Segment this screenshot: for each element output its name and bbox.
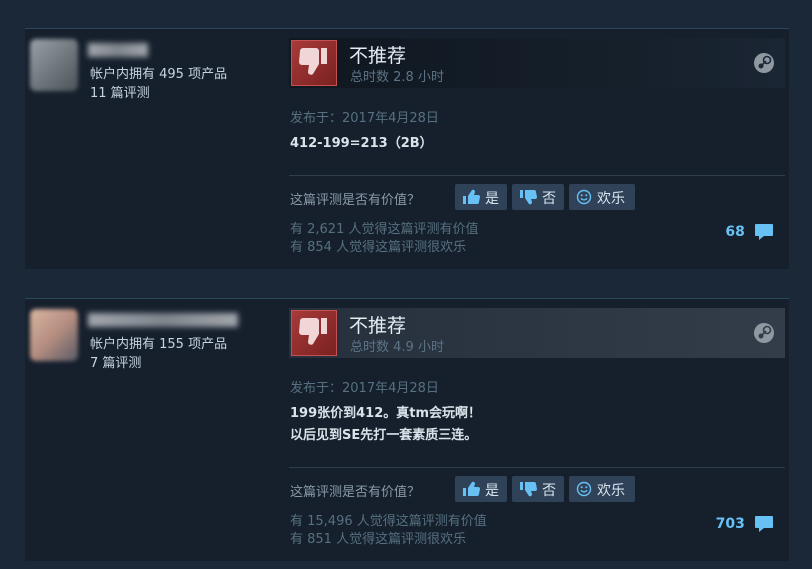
vote-yes-button[interactable]: 是 — [455, 476, 507, 502]
review-content-line: 199张价到412。真tm会玩啊！ — [290, 406, 482, 421]
review-content-line: 412-199=213（2B） — [290, 136, 433, 151]
review-stats: 有 15,496 人觉得这篇评测有价值 有 851 人觉得这篇评测很欢乐 — [290, 513, 487, 549]
smiley-icon — [576, 481, 592, 501]
thumbs-down-icon — [291, 40, 337, 86]
review-card: 帐户内拥有 155 项产品 7 篇评测 不推荐 总时数 4.9 小时 发布于：2… — [25, 298, 789, 561]
helpful-count-text: 有 2,621 人觉得这篇评测有价值 — [290, 222, 479, 237]
vote-no-button[interactable]: 否 — [512, 476, 564, 502]
review-content-line: 以后见到SE先打一套素质三连。 — [290, 428, 478, 443]
funny-count-text: 有 854 人觉得这篇评测很欢乐 — [290, 240, 467, 255]
avatar[interactable] — [30, 309, 78, 361]
review-content: 199张价到412。真tm会玩啊！ 以后见到SE先打一套素质三连。 — [290, 403, 481, 447]
comment-bubble-icon — [755, 223, 773, 240]
vote-no-label: 否 — [542, 483, 556, 499]
author-name-redacted[interactable] — [88, 313, 238, 327]
playtime-hours: 总时数 2.8 小时 — [350, 70, 444, 85]
vote-no-label: 否 — [542, 191, 556, 207]
vote-funny-button[interactable]: 欢乐 — [569, 184, 635, 210]
funny-count-text: 有 851 人觉得这篇评测很欢乐 — [290, 532, 467, 547]
products-owned[interactable]: 帐户内拥有 495 项产品 — [90, 63, 227, 82]
products-owned[interactable]: 帐户内拥有 155 项产品 — [90, 333, 227, 352]
divider — [289, 467, 785, 468]
helpful-vote-row: 这篇评测是否有价值？ 是 否 欢乐 — [290, 184, 710, 210]
smiley-icon — [576, 189, 592, 209]
posted-date: 发布于：2017年4月28日 — [290, 381, 439, 396]
comments-link[interactable]: 703 — [716, 513, 774, 533]
thumbs-down-small-icon — [519, 189, 537, 209]
comments-link[interactable]: 68 — [725, 221, 774, 241]
review-stats: 有 2,621 人觉得这篇评测有价值 有 854 人觉得这篇评测很欢乐 — [290, 221, 478, 257]
review-author[interactable]: 帐户内拥有 155 项产品 7 篇评测 — [30, 309, 280, 371]
avatar[interactable] — [30, 39, 78, 91]
vote-yes-label: 是 — [485, 483, 499, 499]
helpful-count-text: 有 15,496 人觉得这篇评测有价值 — [290, 514, 487, 529]
author-review-count[interactable]: 11 篇评测 — [90, 82, 150, 101]
playtime-hours: 总时数 4.9 小时 — [350, 340, 444, 355]
review-content: 412-199=213（2B） — [290, 133, 433, 155]
author-review-count[interactable]: 7 篇评测 — [90, 352, 141, 371]
vote-funny-label: 欢乐 — [597, 191, 625, 207]
review-card: 帐户内拥有 495 项产品 11 篇评测 不推荐 总时数 2.8 小时 发布于：… — [25, 28, 789, 269]
steam-icon — [753, 322, 775, 348]
comment-count: 703 — [715, 515, 745, 532]
steam-icon — [753, 52, 775, 78]
vote-funny-label: 欢乐 — [597, 483, 625, 499]
review-verdict-header[interactable]: 不推荐 总时数 4.9 小时 — [289, 308, 785, 358]
vote-yes-label: 是 — [485, 191, 499, 207]
helpful-vote-row: 这篇评测是否有价值？ 是 否 欢乐 — [290, 476, 710, 502]
divider — [289, 175, 785, 176]
review-verdict: 不推荐 — [349, 45, 407, 67]
helpful-question: 这篇评测是否有价值？ — [290, 485, 421, 500]
helpful-question: 这篇评测是否有价值？ — [290, 193, 421, 208]
comment-count: 68 — [725, 223, 745, 240]
thumbs-up-icon — [462, 189, 480, 209]
vote-yes-button[interactable]: 是 — [455, 184, 507, 210]
review-author[interactable]: 帐户内拥有 495 项产品 11 篇评测 — [30, 39, 280, 101]
thumbs-up-icon — [462, 481, 480, 501]
thumbs-down-icon — [291, 310, 337, 356]
vote-funny-button[interactable]: 欢乐 — [569, 476, 635, 502]
posted-date: 发布于：2017年4月28日 — [290, 111, 439, 126]
vote-no-button[interactable]: 否 — [512, 184, 564, 210]
thumbs-down-small-icon — [519, 481, 537, 501]
author-name-redacted[interactable] — [88, 43, 148, 57]
comment-bubble-icon — [755, 515, 773, 532]
review-verdict: 不推荐 — [349, 315, 407, 337]
review-verdict-header[interactable]: 不推荐 总时数 2.8 小时 — [289, 38, 785, 88]
